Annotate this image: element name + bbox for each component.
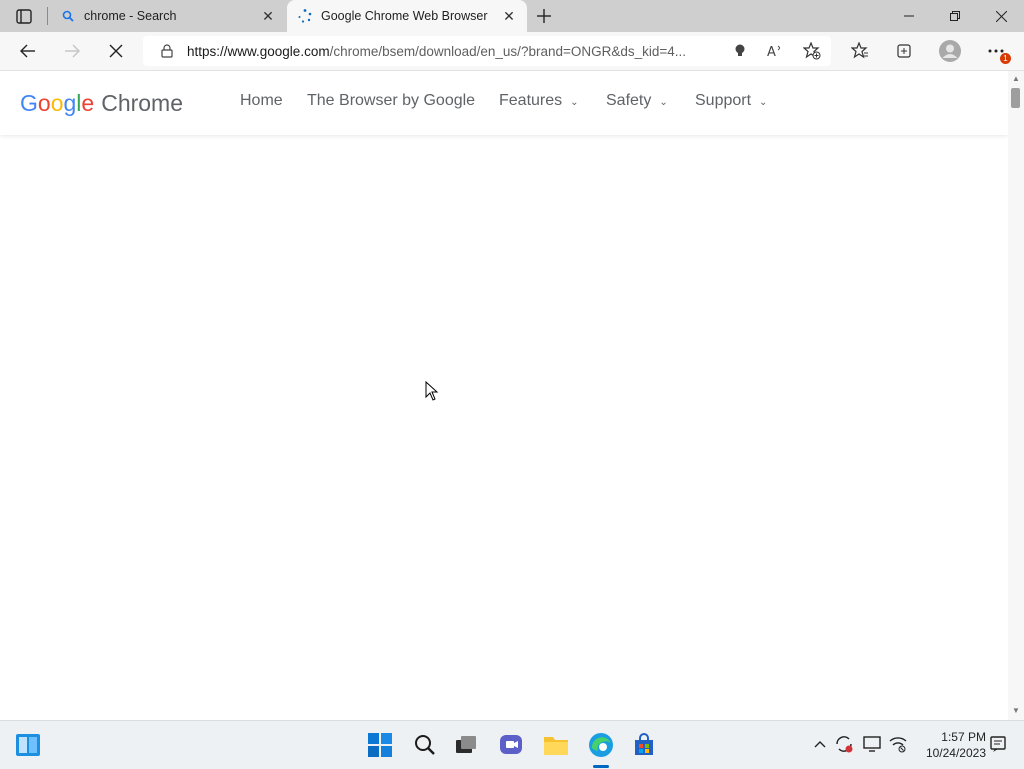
- tab-actions-button[interactable]: [10, 7, 38, 27]
- scroll-down-icon[interactable]: ▼: [1012, 707, 1020, 715]
- edge-icon[interactable]: [587, 731, 615, 759]
- chevron-up-icon[interactable]: [810, 733, 830, 755]
- stop-icon: [109, 44, 123, 58]
- close-window-button[interactable]: [978, 0, 1024, 32]
- stop-loading-button[interactable]: [100, 35, 132, 67]
- nav-label: Support: [695, 92, 752, 109]
- browser-toolbar: https://www.google.com/chrome/bsem/downl…: [0, 32, 1024, 71]
- search-icon[interactable]: [411, 731, 439, 759]
- close-tab-icon[interactable]: ✕: [497, 4, 521, 28]
- add-favorite-icon[interactable]: [801, 41, 823, 61]
- minimize-icon: [904, 15, 914, 17]
- windows-taskbar: 1:57 PM 10/24/2023: [0, 720, 1024, 769]
- restore-button[interactable]: [932, 0, 978, 32]
- back-button[interactable]: [12, 35, 44, 67]
- address-bar[interactable]: https://www.google.com/chrome/bsem/downl…: [143, 36, 831, 66]
- start-icon[interactable]: [366, 731, 394, 759]
- avatar: [939, 40, 961, 62]
- url-text[interactable]: https://www.google.com/chrome/bsem/downl…: [187, 44, 715, 59]
- clock-time: 1:57 PM: [941, 730, 986, 744]
- loading-spinner-icon: [297, 8, 313, 24]
- logo-letter: e: [81, 89, 95, 116]
- new-tab-button[interactable]: [532, 4, 556, 28]
- search-icon: [60, 8, 76, 24]
- nav-support[interactable]: Support ⌄: [695, 92, 767, 110]
- chevron-down-icon: ⌄: [759, 96, 768, 108]
- nav-safety[interactable]: Safety ⌄: [606, 92, 668, 110]
- clock-date: 10/24/2023: [925, 746, 986, 760]
- lightbulb-icon[interactable]: [729, 41, 751, 61]
- nav-label: Home: [240, 92, 283, 109]
- collections-button[interactable]: [888, 35, 920, 67]
- logo-letter: G: [20, 89, 38, 116]
- notifications-icon[interactable]: [988, 733, 1008, 755]
- favorites-icon: [851, 42, 868, 59]
- system-clock[interactable]: 1:57 PM 10/24/2023: [914, 729, 986, 761]
- tab-chrome-search[interactable]: chrome - Search ✕: [50, 0, 286, 32]
- mouse-cursor-icon: [425, 381, 439, 401]
- restore-icon: [950, 11, 960, 21]
- settings-menu-button[interactable]: 1: [980, 35, 1012, 67]
- network-icon[interactable]: [888, 733, 908, 755]
- widgets-icon[interactable]: [14, 731, 42, 759]
- tab-google-chrome[interactable]: Google Chrome Web Browser ✕: [287, 0, 527, 32]
- display-icon[interactable]: [862, 733, 882, 755]
- logo-letter: o: [37, 89, 51, 116]
- file-explorer-icon[interactable]: [542, 731, 570, 759]
- url-path: /chrome/bsem/download/en_us/?brand=ONGR&…: [329, 43, 687, 59]
- nav-label: Features: [499, 92, 563, 109]
- nav-home[interactable]: Home: [240, 92, 283, 110]
- notification-badge: 1: [1000, 53, 1011, 64]
- chat-icon[interactable]: [498, 731, 526, 759]
- site-header: Google Chrome Home The Browser by Google…: [0, 71, 1008, 135]
- tab-title: chrome - Search: [84, 9, 177, 23]
- browser-tab-bar: chrome - Search ✕ Google Chrome Web Brow…: [0, 0, 1024, 32]
- scroll-thumb[interactable]: [1011, 88, 1020, 108]
- nav-browser-by-google[interactable]: The Browser by Google: [307, 92, 475, 110]
- logo-letter: o: [50, 89, 64, 116]
- chevron-down-icon: ⌄: [570, 96, 579, 108]
- arrow-left-icon: [20, 44, 35, 58]
- read-aloud-icon[interactable]: A: [764, 41, 786, 61]
- page-scrollbar[interactable]: ▲ ▼: [1008, 71, 1024, 720]
- forward-button[interactable]: [56, 35, 88, 67]
- favorites-button[interactable]: [844, 35, 876, 67]
- svg-text:A: A: [767, 45, 776, 59]
- page-viewport: Google Chrome Home The Browser by Google…: [0, 71, 1008, 720]
- logo-letter: g: [63, 89, 77, 116]
- profile-button[interactable]: [934, 35, 966, 67]
- arrow-right-icon: [65, 44, 80, 58]
- nav-label: The Browser by Google: [307, 92, 476, 109]
- sync-icon[interactable]: [834, 733, 854, 755]
- chevron-down-icon: ⌄: [659, 96, 668, 108]
- store-icon[interactable]: [630, 731, 658, 759]
- collections-icon: [897, 44, 911, 58]
- logo-product-name: Chrome: [101, 89, 184, 116]
- tab-actions-icon: [16, 9, 32, 24]
- task-view-icon[interactable]: [452, 731, 480, 759]
- close-tab-icon[interactable]: ✕: [256, 4, 280, 28]
- tab-separator: [47, 7, 48, 25]
- url-host: https://www.google.com: [187, 43, 330, 59]
- google-chrome-logo[interactable]: Google Chrome: [20, 88, 183, 118]
- close-icon: [995, 10, 1007, 22]
- lock-icon[interactable]: [157, 41, 177, 61]
- minimize-button[interactable]: [886, 0, 932, 32]
- tab-title: Google Chrome Web Browser: [321, 9, 488, 23]
- nav-features[interactable]: Features ⌄: [499, 92, 579, 110]
- scroll-up-icon[interactable]: ▲: [1012, 75, 1020, 83]
- nav-label: Safety: [606, 92, 652, 109]
- plus-icon: [537, 9, 551, 23]
